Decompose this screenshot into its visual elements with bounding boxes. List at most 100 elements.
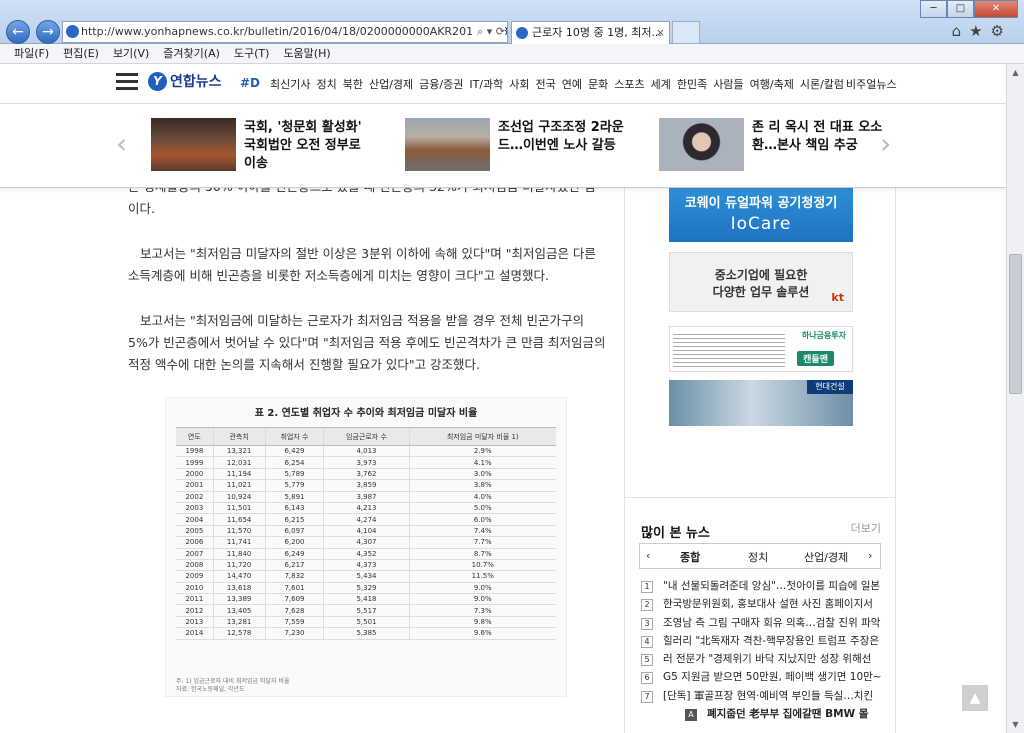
menu-help[interactable]: 도움말(H) xyxy=(283,44,330,63)
table-cell: 1999 xyxy=(176,456,214,469)
carousel-prev-icon[interactable]: ‹ xyxy=(116,130,127,158)
nav-travel[interactable]: 여행/축제 xyxy=(750,76,794,92)
nav-sports[interactable]: 스포츠 xyxy=(614,76,644,92)
rank-badge: 6 xyxy=(641,672,653,685)
nav-column[interactable]: 시론/칼럼 xyxy=(800,76,844,92)
tabs-prev-icon[interactable]: ‹ xyxy=(646,549,650,562)
table-cell: 7.3% xyxy=(408,604,556,617)
close-button[interactable]: ✕ xyxy=(974,0,1018,18)
nav-latest[interactable]: 최신기사 xyxy=(270,76,310,92)
nav-entertainment[interactable]: 연예 xyxy=(562,76,582,92)
table-row: 2006 11,741 6,200 4,307 7.7% xyxy=(176,536,556,549)
maximize-button[interactable]: □ xyxy=(947,0,974,18)
table-cell: 6,200 xyxy=(264,536,324,549)
table-cell: 2002 xyxy=(176,491,214,503)
tab-close-icon[interactable]: × xyxy=(656,22,665,44)
table-cell: 5,434 xyxy=(323,570,410,583)
menu-view[interactable]: 보기(V) xyxy=(113,44,149,63)
hana-ad-banner[interactable]: 하나금융투자 캔들맨 xyxy=(669,326,853,372)
nav-culture[interactable]: 문화 xyxy=(588,76,608,92)
more-link[interactable]: 더보기 xyxy=(851,520,881,536)
kt-logo: kt xyxy=(831,291,844,304)
nav-world[interactable]: 세계 xyxy=(651,76,671,92)
table-row: 1998 13,321 6,429 4,013 2.9% xyxy=(176,445,556,458)
table-cell: 3.0% xyxy=(408,468,556,481)
statistics-table-image: 표 2. 연도별 취업자 수 추이와 최저임금 미달자 비율 연도 관측치 취업자 … xyxy=(165,397,567,697)
nav-north-korea[interactable]: 북한 xyxy=(343,76,363,92)
back-button[interactable]: ← xyxy=(6,20,30,44)
ad-text: 다양한 업무 솔루션 xyxy=(712,285,810,299)
list-item[interactable]: 3 조영남 측 그림 구매자 회유 의혹…검찰 진위 파악 xyxy=(641,615,881,633)
carousel-next-icon[interactable]: › xyxy=(880,130,891,158)
statistics-table: 연도 관측치 취업자 수 임금근로자 수 최저임금 미달자 비율 1) 1998 13,3… xyxy=(176,427,556,640)
list-item[interactable]: 5 러 전문가 "경제위기 바닥 지났지만 성장 위해선 xyxy=(641,651,881,669)
table-cell: 2000 xyxy=(176,468,214,481)
nav-people[interactable]: 사람들 xyxy=(713,76,743,92)
ad-button: 캔들맨 xyxy=(797,351,834,366)
tab-economy[interactable]: 산업/경제 xyxy=(804,549,848,565)
menu-tools[interactable]: 도구(T) xyxy=(234,44,270,63)
list-item[interactable]: 7 [단독] 軍골프장 현역·예비역 부인들 득실…치킨 xyxy=(641,688,881,706)
nav-korean-nation[interactable]: 한민족 xyxy=(677,76,707,92)
scroll-up-icon[interactable]: ▲ xyxy=(1007,64,1024,81)
table-cell: 13,321 xyxy=(212,445,266,458)
table-cell: 2005 xyxy=(176,525,214,538)
nav-politics[interactable]: 정치 xyxy=(316,76,336,92)
vertical-scrollbar[interactable]: ▲ ▼ xyxy=(1006,64,1024,733)
list-item-title: 힐러리 "北독재자 격찬-핵무장용인 트럼프 주장은 xyxy=(663,634,880,647)
table-cell: 3,987 xyxy=(323,491,410,503)
nav-national[interactable]: 전국 xyxy=(536,76,556,92)
table-cell: 11,570 xyxy=(212,525,266,538)
table-cell: 11,194 xyxy=(212,468,266,481)
headline-thumbnail xyxy=(151,118,236,171)
coway-ad-banner[interactable]: 코웨이 듀얼파워 공기청정기 IoCare xyxy=(669,188,853,242)
table-cell: 9.0% xyxy=(408,593,556,606)
nav-visual-news[interactable]: 비주얼뉴스 xyxy=(846,76,897,92)
menu-favorites[interactable]: 즐겨찾기(A) xyxy=(163,44,220,63)
list-item[interactable]: A 폐지줍던 老부부 집에갈땐 BMW 몰아…충격! xyxy=(685,706,869,724)
list-item[interactable]: 1 "내 선물되돌려준데 앙심"…첫아이를 피습에 일본 xyxy=(641,578,881,596)
table-cell: 5,517 xyxy=(323,604,410,617)
list-item[interactable]: 6 G5 지원금 받으면 50만원, 페이백 생기면 10만~20 xyxy=(641,669,881,687)
menu-edit[interactable]: 편집(E) xyxy=(63,44,99,63)
address-bar[interactable]: http://www.yonhapnews.co.kr/bulletin/201… xyxy=(62,21,508,43)
list-item[interactable]: 4 힐러리 "北독재자 격찬-핵무장용인 트럼프 주장은 xyxy=(641,633,881,651)
tab-article[interactable]: 근로자 10명 중 1명, 최저... × xyxy=(511,21,670,44)
address-tools-icon[interactable]: ⌕ ▾ ⟳ xyxy=(473,22,505,42)
ad-brand: 현대건설 xyxy=(807,380,853,394)
popular-news-title: 많이 본 뉴스 xyxy=(641,526,710,541)
nav-society[interactable]: 사회 xyxy=(509,76,529,92)
table-cell: 4,307 xyxy=(323,536,410,549)
tabs-next-icon[interactable]: › xyxy=(868,549,872,562)
kt-ad-banner[interactable]: 중소기업에 필요한 다양한 업무 솔루션 kt xyxy=(669,252,853,312)
nav-finance[interactable]: 금융/증권 xyxy=(419,76,463,92)
site-logo[interactable]: Y 연합뉴스 xyxy=(148,70,222,94)
nav-economy[interactable]: 산업/경제 xyxy=(369,76,413,92)
table-cell: 7,832 xyxy=(264,570,324,583)
new-tab-button[interactable] xyxy=(672,21,700,44)
scroll-down-icon[interactable]: ▼ xyxy=(1007,716,1024,733)
home-favorites-settings-icon[interactable]: ⌂★⚙ xyxy=(952,22,1012,40)
table-cell: 4.1% xyxy=(408,456,556,469)
menu-file[interactable]: 파일(F) xyxy=(14,44,49,63)
tab-politics[interactable]: 정치 xyxy=(748,549,768,565)
list-item-title: [단독] 軍골프장 현역·예비역 부인들 득실…치킨 xyxy=(663,689,874,702)
table-cell: 14,470 xyxy=(212,570,266,583)
nav-it[interactable]: IT/과학 xyxy=(469,76,503,92)
table-cell: 6,249 xyxy=(264,548,324,560)
scroll-top-icon[interactable]: ▲ xyxy=(962,685,988,711)
sidebar-ads: 코웨이 듀얼파워 공기청정기 IoCare 중소기업에 필요한 다양한 업무 솔… xyxy=(624,188,896,498)
hashtag-d-link[interactable]: #D xyxy=(240,76,260,90)
table-cell: 4,352 xyxy=(323,548,410,560)
scrollbar-thumb[interactable] xyxy=(1009,254,1022,394)
forward-button[interactable]: → xyxy=(36,20,60,44)
tab-general[interactable]: 종합 xyxy=(680,549,700,565)
table-cell: 6,254 xyxy=(264,456,324,469)
hyundai-ad-banner[interactable]: 현대건설 xyxy=(669,380,853,426)
minimize-button[interactable]: ─ xyxy=(920,0,947,18)
rank-badge: 3 xyxy=(641,617,653,630)
menu-icon[interactable] xyxy=(116,73,138,91)
list-item[interactable]: 2 한국방문위원회, 홍보대사 설현 사진 홈페이지서 xyxy=(641,596,881,614)
table-cell: 3.8% xyxy=(408,479,556,492)
table-cell: 5,501 xyxy=(323,616,410,629)
